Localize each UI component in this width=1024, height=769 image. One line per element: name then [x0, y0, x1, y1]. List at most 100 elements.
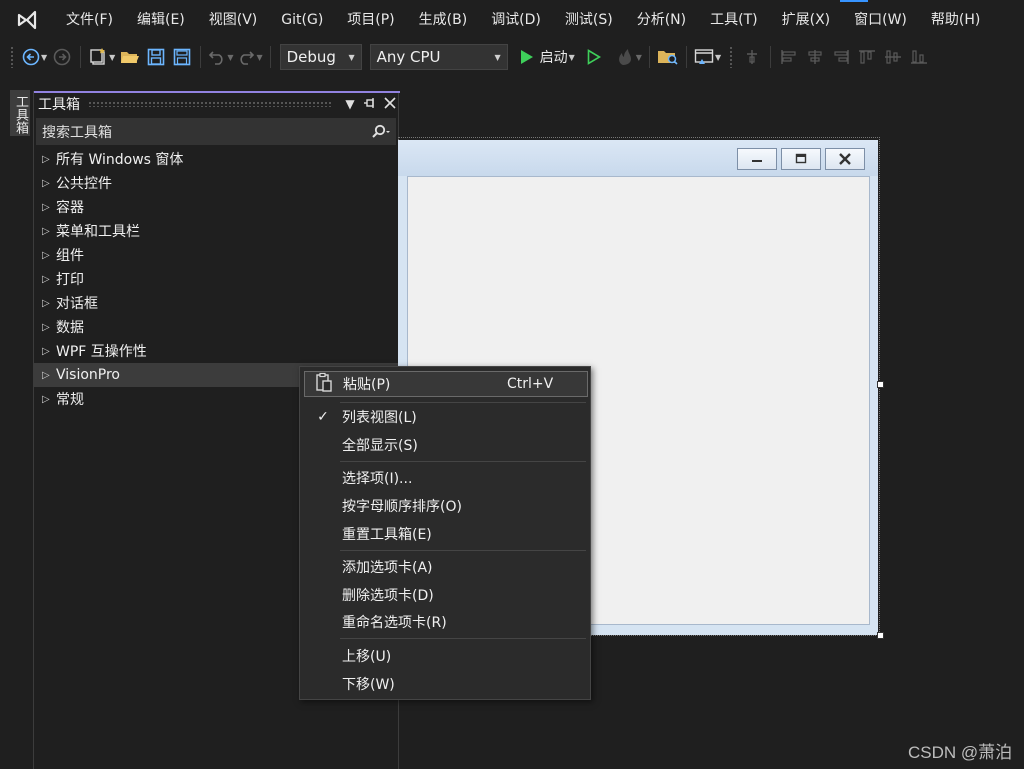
menu-item-delete-tab[interactable]: 删除选项卡(D): [304, 582, 588, 608]
expand-triangle-icon[interactable]: ▷: [42, 202, 56, 213]
chevron-down-icon: ▼: [348, 52, 355, 62]
menu-item-choose-items[interactable]: 选择项(I)...: [304, 465, 588, 491]
start-debugging-button[interactable]: 启动 ▼: [520, 44, 575, 70]
toolbox-group-data[interactable]: ▷ 数据: [34, 315, 400, 339]
form-titlebar[interactable]: [398, 140, 878, 176]
menu-item-paste[interactable]: 粘贴(P) Ctrl+V: [304, 371, 588, 397]
hot-reload-icon[interactable]: ▼: [615, 44, 642, 70]
toolbox-group-printing[interactable]: ▷ 打印: [34, 267, 400, 291]
menu-item-label: 列表视图(L): [342, 410, 417, 426]
new-project-icon[interactable]: ▼: [88, 44, 115, 70]
toolbox-group-dialogs[interactable]: ▷ 对话框: [34, 291, 400, 315]
resize-handle-bottom-right[interactable]: [877, 632, 884, 639]
align-rights-icon[interactable]: [830, 44, 852, 70]
toolbar-grip[interactable]: [10, 46, 14, 68]
expand-triangle-icon[interactable]: ▷: [42, 394, 56, 405]
expand-triangle-icon[interactable]: ▷: [42, 250, 56, 261]
align-tops-icon[interactable]: [856, 44, 878, 70]
menu-window[interactable]: 窗口(W): [842, 6, 919, 34]
align-lefts-icon[interactable]: [778, 44, 800, 70]
toolbox-group-components[interactable]: ▷ 组件: [34, 243, 400, 267]
start-label: 启动: [539, 50, 568, 66]
menu-git[interactable]: Git(G): [269, 6, 335, 34]
minimize-icon[interactable]: [737, 148, 777, 170]
menu-help[interactable]: 帮助(H): [919, 6, 992, 34]
align-middles-icon[interactable]: [882, 44, 904, 70]
toolbox-title: 工具箱: [38, 97, 80, 113]
menu-item-move-down[interactable]: 下移(W): [304, 671, 588, 697]
expand-triangle-icon[interactable]: ▷: [42, 274, 56, 285]
menu-item-label: 删除选项卡(D): [342, 588, 434, 604]
platform-value: Any CPU: [376, 48, 441, 66]
menu-item-label: 上移(U): [342, 649, 392, 665]
menu-debug[interactable]: 调试(D): [479, 6, 553, 34]
pin-icon[interactable]: [360, 97, 380, 112]
toolbox-group-containers[interactable]: ▷ 容器: [34, 195, 400, 219]
navigate-back-icon[interactable]: ▼: [22, 44, 47, 70]
menu-item-shortcut: Ctrl+V: [507, 376, 554, 392]
open-folder-icon[interactable]: [119, 44, 141, 70]
search-accent-line: [840, 0, 868, 2]
menu-item-sort-alphabetically[interactable]: 按字母顺序排序(O): [304, 493, 588, 519]
toolbox-group-common-controls[interactable]: ▷ 公共控件: [34, 171, 400, 195]
menu-build[interactable]: 生成(B): [407, 6, 480, 34]
form-close-icon[interactable]: [825, 148, 865, 170]
menu-item-show-all[interactable]: 全部显示(S): [304, 432, 588, 458]
platform-dropdown[interactable]: Any CPU ▼: [369, 44, 508, 70]
toolbox-header[interactable]: 工具箱 ▼: [34, 91, 400, 115]
menu-separator: [340, 402, 586, 403]
menu-item-label: 下移(W): [342, 677, 395, 693]
menu-item-label: 粘贴(P): [343, 377, 391, 393]
menu-item-add-tab[interactable]: 添加选项卡(A): [304, 554, 588, 580]
menu-edit[interactable]: 编辑(E): [125, 6, 197, 34]
menu-separator: [340, 461, 586, 462]
close-icon[interactable]: [380, 96, 400, 112]
menu-test[interactable]: 测试(S): [553, 6, 625, 34]
watermark-text: CSDN @萧泊: [908, 743, 1013, 762]
align-bottoms-icon[interactable]: [908, 44, 930, 70]
solution-explorer-folder-icon[interactable]: [657, 44, 679, 70]
navigate-forward-icon[interactable]: [51, 44, 73, 70]
menu-file[interactable]: 文件(F): [54, 6, 125, 34]
toolbox-group-wpf-interop[interactable]: ▷ WPF 互操作性: [34, 339, 400, 363]
menu-tools[interactable]: 工具(T): [698, 6, 769, 34]
toolbar-grip[interactable]: [729, 46, 734, 68]
side-tab-toolbox[interactable]: 工具箱: [10, 90, 30, 136]
configuration-dropdown[interactable]: Debug ▼: [279, 44, 362, 70]
menu-item-reset-toolbox[interactable]: 重置工具箱(E): [304, 521, 588, 547]
left-dock-strip: [0, 82, 33, 769]
menu-item-move-up[interactable]: 上移(U): [304, 643, 588, 669]
toolbox-context-menu: 粘贴(P) Ctrl+V ✓ 列表视图(L) 全部显示(S) 选择项(I)...…: [299, 366, 591, 700]
menu-item-list-view[interactable]: ✓ 列表视图(L): [304, 404, 588, 430]
align-centers-icon[interactable]: [804, 44, 826, 70]
expand-triangle-icon[interactable]: ▷: [42, 154, 56, 165]
save-icon[interactable]: [145, 44, 167, 70]
undo-icon[interactable]: ▼: [208, 44, 233, 70]
toolbox-group-menus-toolbars[interactable]: ▷ 菜单和工具栏: [34, 219, 400, 243]
expand-triangle-icon[interactable]: ▷: [42, 226, 56, 237]
menu-extensions[interactable]: 扩展(X): [770, 6, 843, 34]
save-all-icon[interactable]: [171, 44, 193, 70]
align-to-grid-icon[interactable]: [741, 44, 763, 70]
maximize-icon[interactable]: [781, 148, 821, 170]
menu-item-label: 重置工具箱(E): [342, 527, 432, 543]
start-without-debugging-icon[interactable]: [583, 44, 605, 70]
toolbox-search-input[interactable]: 搜索工具箱: [36, 118, 396, 145]
toolbox-group-all-windows-forms[interactable]: ▷ 所有 Windows 窗体: [34, 147, 400, 171]
visual-studio-logo-icon[interactable]: [14, 7, 40, 33]
expand-triangle-icon[interactable]: ▷: [42, 298, 56, 309]
browser-link-icon[interactable]: ▼: [694, 44, 721, 70]
expand-triangle-icon[interactable]: ▷: [42, 346, 56, 357]
search-icon[interactable]: [366, 124, 396, 140]
menu-analyze[interactable]: 分析(N): [625, 6, 698, 34]
resize-handle-right[interactable]: [877, 381, 884, 388]
menu-item-rename-tab[interactable]: 重命名选项卡(R): [304, 609, 588, 635]
menu-project[interactable]: 项目(P): [335, 6, 406, 34]
menu-view[interactable]: 视图(V): [197, 6, 270, 34]
expand-triangle-icon[interactable]: ▷: [42, 178, 56, 189]
redo-icon[interactable]: ▼: [237, 44, 263, 70]
window-position-dropdown-icon[interactable]: ▼: [340, 97, 360, 111]
expand-triangle-icon[interactable]: ▷: [42, 370, 56, 381]
standard-toolbar: ▼ ▼ ▼ ▼ Debug ▼ Any CPU ▼ 启动 ▼ ▼ ▼: [0, 40, 1024, 74]
expand-triangle-icon[interactable]: ▷: [42, 322, 56, 333]
